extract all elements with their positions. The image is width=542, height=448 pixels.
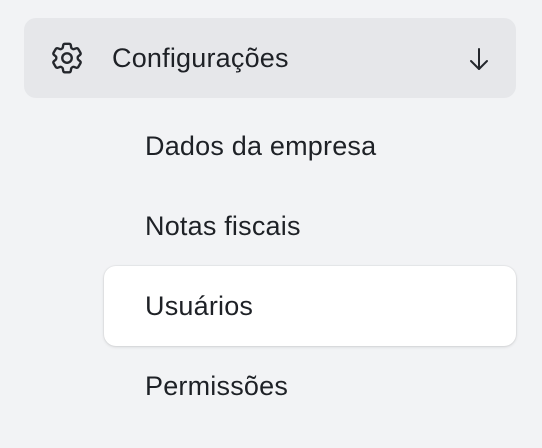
settings-group-header[interactable]: Configurações: [24, 18, 516, 98]
submenu-item-permissoes[interactable]: Permissões: [104, 346, 516, 426]
submenu-item-label: Permissões: [145, 371, 289, 401]
gear-icon: [52, 42, 82, 74]
submenu-item-usuarios[interactable]: Usuários: [104, 266, 516, 346]
submenu-item-notas-fiscais[interactable]: Notas fiscais: [104, 186, 516, 266]
submenu-item-dados-da-empresa[interactable]: Dados da empresa: [104, 106, 516, 186]
settings-group-label: Configurações: [112, 43, 289, 73]
arrow-down-icon[interactable]: [466, 45, 492, 73]
submenu-item-label: Dados da empresa: [145, 131, 377, 161]
submenu-item-label: Usuários: [145, 291, 254, 321]
submenu-item-label: Notas fiscais: [145, 211, 301, 241]
settings-nav: Configurações Dados da empresa Notas fis…: [0, 0, 542, 448]
